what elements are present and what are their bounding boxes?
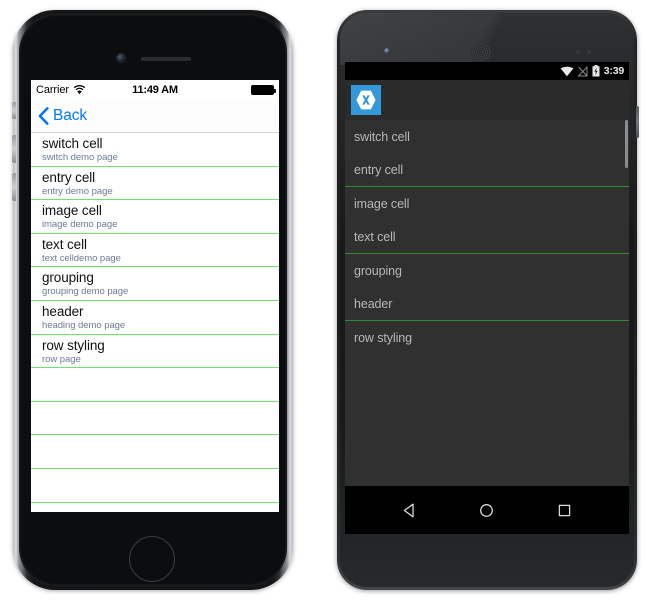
list-item[interactable]: switch cell <box>345 120 629 153</box>
android-device: 3:39 switch cell entry cell image cell text… <box>337 10 639 590</box>
battery-charging-icon <box>592 65 600 77</box>
android-screen: 3:39 switch cell entry cell image cell text… <box>345 62 629 534</box>
earpiece-speaker-icon <box>141 57 191 61</box>
list-item[interactable]: image cell <box>345 187 629 220</box>
list-item-empty <box>31 435 279 469</box>
list-item-label: entry cell <box>354 162 404 177</box>
list-item[interactable]: switch cell switch demo page <box>31 133 279 167</box>
list-item-detail: image demo page <box>42 219 118 231</box>
list-item-title: text cell <box>42 236 87 252</box>
clock-label: 3:39 <box>603 65 624 77</box>
list-item-empty <box>31 401 279 436</box>
back-triangle-icon <box>403 503 414 517</box>
ios-nav-bar: Back <box>31 100 279 133</box>
volume-down-button[interactable] <box>12 173 16 201</box>
list-item-title: image cell <box>42 203 102 219</box>
scrollbar-thumb[interactable] <box>625 120 628 168</box>
list-item[interactable]: image cell image demo page <box>31 200 279 234</box>
list-item-title: switch cell <box>42 136 103 151</box>
front-camera-icon <box>384 48 390 54</box>
list-item-label: image cell <box>354 196 410 211</box>
list-item-label: row styling <box>354 330 412 345</box>
list-item[interactable]: grouping grouping demo page <box>31 267 279 301</box>
carrier-label: Carrier <box>36 84 69 96</box>
ios-screen: Carrier 11:49 AM Back switch cell switch … <box>31 80 279 512</box>
front-camera-icon <box>117 54 125 62</box>
list-item[interactable]: text cell text celldemo page <box>31 233 279 268</box>
list-item[interactable]: header heading demo page <box>31 300 279 335</box>
xamarin-hexagon-glyph <box>356 90 376 110</box>
list-item-title: grouping <box>42 270 94 286</box>
list-item[interactable]: entry cell <box>345 153 629 186</box>
list-item-detail: heading demo page <box>42 319 126 331</box>
list-item-label: text cell <box>354 229 396 244</box>
xamarin-logo-icon[interactable] <box>351 85 381 115</box>
list-item-label: header <box>354 296 393 311</box>
light-sensor-icon <box>587 50 591 54</box>
list-item-label: grouping <box>354 263 402 278</box>
proximity-sensor-icon <box>576 50 580 54</box>
list-item[interactable]: entry cell entry demo page <box>31 166 279 201</box>
list-item-detail: text celldemo page <box>42 252 121 264</box>
list-item[interactable]: header <box>345 287 629 320</box>
list-item[interactable]: text cell <box>345 220 629 253</box>
nav-back-button[interactable] <box>390 490 430 530</box>
list-item[interactable]: row styling row page <box>31 334 279 369</box>
ios-list-view[interactable]: switch cell switch demo page entry cell ent… <box>31 133 279 512</box>
list-item-detail: switch demo page <box>42 152 118 163</box>
android-status-bar: 3:39 <box>345 62 629 80</box>
power-button[interactable] <box>636 106 639 138</box>
list-item-empty <box>31 368 279 402</box>
wifi-icon <box>73 85 86 95</box>
list-item[interactable]: grouping <box>345 254 629 287</box>
back-button[interactable]: Back <box>38 107 87 125</box>
home-button[interactable] <box>129 536 175 582</box>
list-item-label: switch cell <box>354 129 410 144</box>
wifi-icon <box>560 66 574 76</box>
android-list-view[interactable]: switch cell entry cell image cell text cell… <box>345 120 629 486</box>
list-item-empty <box>31 502 279 512</box>
nav-home-button[interactable] <box>467 490 507 530</box>
list-item[interactable]: row styling <box>345 321 629 354</box>
nav-recents-button[interactable] <box>544 490 584 530</box>
list-item-empty <box>31 468 279 503</box>
no-signal-icon <box>577 65 588 76</box>
back-button-label: Back <box>53 107 88 124</box>
home-circle-icon <box>480 503 494 517</box>
silent-switch-button[interactable] <box>12 102 16 119</box>
battery-full-icon <box>251 85 276 95</box>
list-item-detail: grouping demo page <box>42 286 129 298</box>
ios-device: Carrier 11:49 AM Back switch cell switch … <box>12 10 293 590</box>
list-item-detail: entry demo page <box>42 185 113 197</box>
list-item-title: entry cell <box>42 169 96 185</box>
chevron-left-icon <box>38 107 49 125</box>
ios-status-left: Carrier <box>36 84 86 96</box>
recents-square-icon <box>558 504 571 516</box>
list-item-title: header <box>42 303 84 319</box>
volume-up-button[interactable] <box>12 135 16 163</box>
android-nav-bar <box>345 486 629 534</box>
list-item-title: row styling <box>42 337 105 353</box>
android-action-bar <box>345 80 629 120</box>
ios-status-bar: Carrier 11:49 AM <box>31 80 279 100</box>
earpiece-speaker-icon <box>472 43 490 61</box>
list-item-detail: row page <box>42 353 81 365</box>
